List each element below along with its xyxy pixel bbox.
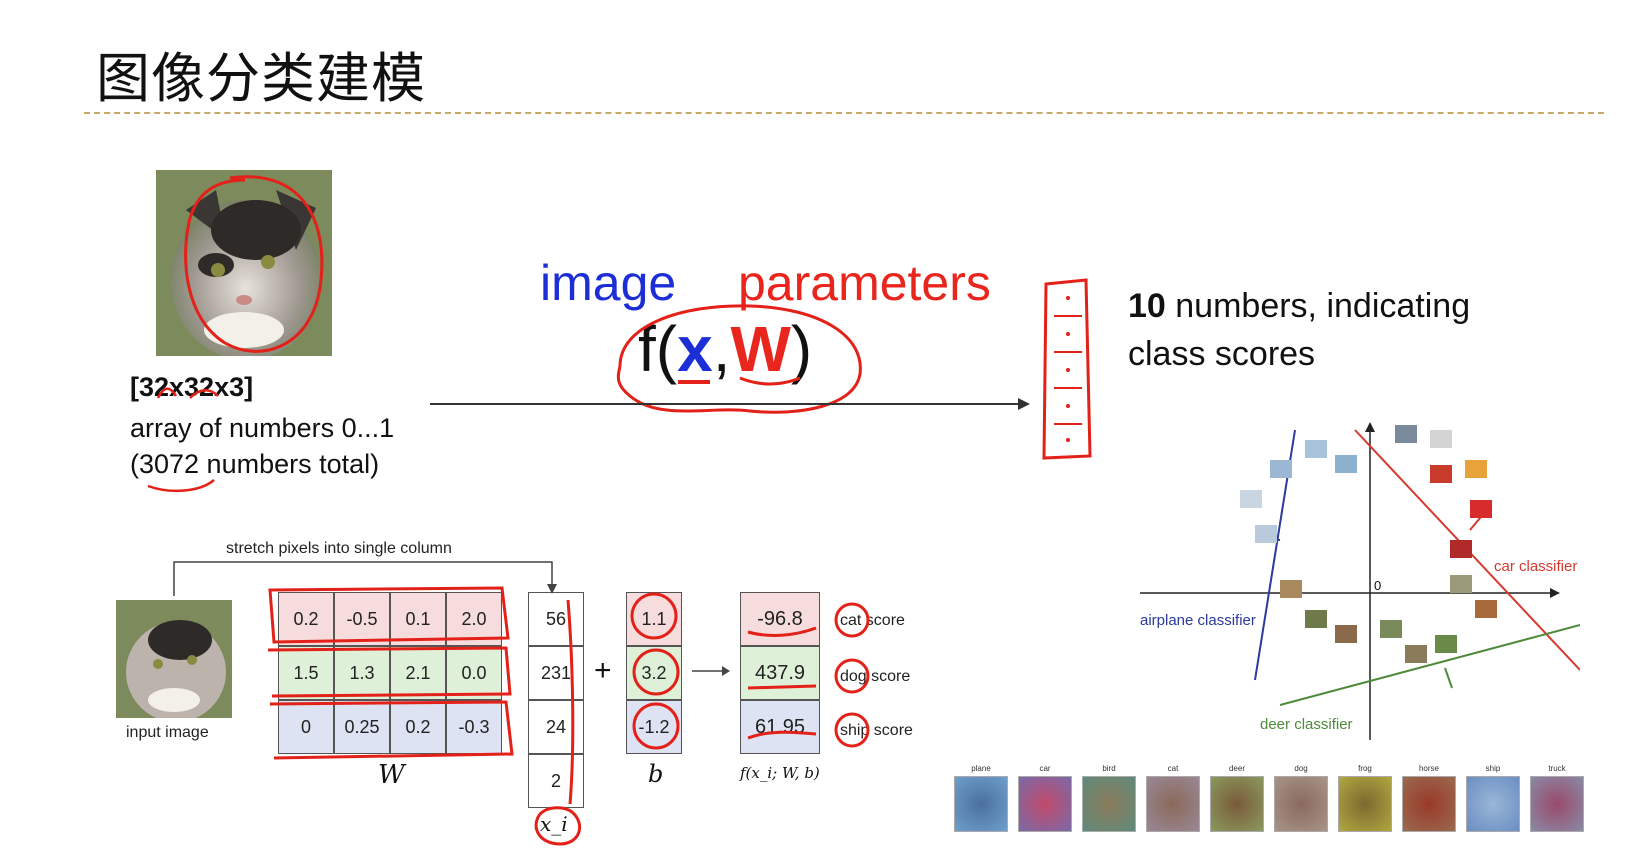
deer-classifier-label: deer classifier [1260, 716, 1353, 733]
origin-label: 0 [1374, 578, 1382, 593]
template-image [1274, 776, 1328, 832]
airplane-classifier-label: airplane classifier [1140, 612, 1256, 629]
deer-classifier-line [1279, 624, 1580, 706]
scores-underline-annotation [747, 626, 817, 740]
title-divider [84, 112, 1604, 114]
car-classifier-label: car classifier [1494, 558, 1578, 575]
slide-title: 图像分类建模 [96, 47, 426, 110]
sample-thumbnails [1240, 425, 1497, 663]
template-image [1466, 776, 1520, 832]
w-rows-annotation [267, 586, 514, 760]
template-label: frog [1358, 764, 1372, 773]
x-vector-annotation [534, 599, 582, 846]
template-image [1338, 776, 1392, 832]
output-description: 10 numbers, indicating class scores [1128, 282, 1568, 378]
template-image [1210, 776, 1264, 832]
output-count: 10 [1128, 287, 1166, 325]
template-label: horse [1418, 764, 1439, 773]
template-image [1530, 776, 1584, 832]
template-label: car [1039, 764, 1051, 773]
b-label: b [648, 760, 664, 788]
template-image [1018, 776, 1072, 832]
template-strip: plane car bird cat deer dog frog horse s… [954, 764, 1594, 844]
classifier-plot [1140, 422, 1580, 740]
b-circles-annotation [630, 592, 680, 750]
template-label: cat [1167, 764, 1179, 773]
score-names-annotation [834, 602, 870, 748]
cat-circle-annotation [184, 175, 324, 353]
template-label: plane [971, 764, 991, 773]
template-image [1146, 776, 1200, 832]
template-label: dog [1294, 764, 1308, 773]
template-label: deer [1228, 764, 1245, 773]
template-image [954, 776, 1008, 832]
output-line2: class scores [1128, 335, 1316, 373]
result-arrow [692, 666, 730, 676]
template-image [1082, 776, 1136, 832]
small-cat-image [116, 600, 232, 722]
output-line1: 10 numbers, indicating [1128, 282, 1568, 330]
main-arrow [430, 398, 1030, 410]
template-label: truck [1548, 764, 1566, 773]
function-circle-annotation [616, 304, 862, 414]
template-label: bird [1102, 764, 1116, 773]
scores-label: f(x_i; W, b) [740, 764, 820, 782]
plus-sign: + [594, 654, 612, 687]
dims-underline-annotation [147, 387, 219, 492]
template-label: ship [1485, 764, 1501, 773]
input-image-label: input image [126, 724, 209, 741]
output-text1: numbers, indicating [1165, 287, 1471, 325]
output-vector-annotation [1042, 278, 1092, 460]
template-image [1402, 776, 1456, 832]
